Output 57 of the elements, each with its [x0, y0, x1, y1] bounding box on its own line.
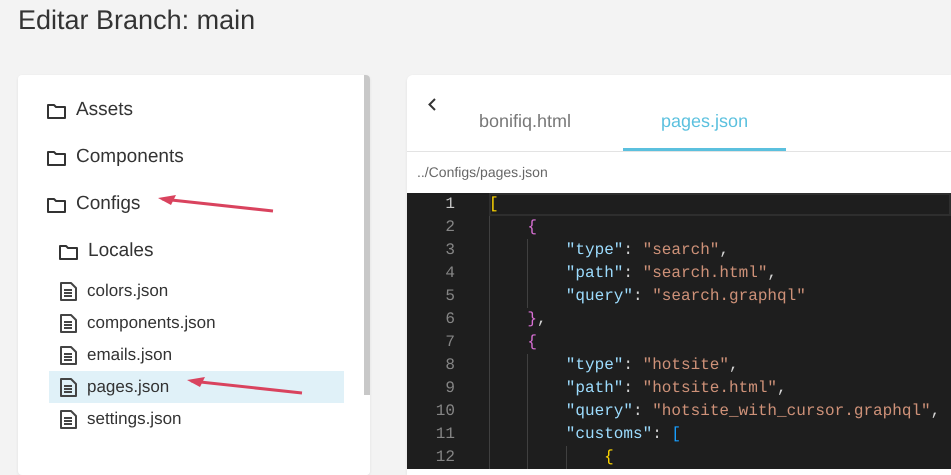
line-number: 2 — [444, 217, 455, 238]
item-label: emails.json — [87, 344, 172, 366]
file-tab[interactable]: bonifiq.html — [457, 75, 594, 151]
code-editor[interactable]: 1 [ 2 { 3 "type": "search", 4 "path": "search.html", 5 "query": "search.graphql" 6 }, 7 { 8 "type": "hotsite", 9 "path": "hotsite.html", 10 "query": "hotsite_with_cursor.graphql", 11 "customs": [ 12 { — [407, 193, 951, 469]
code-line: "type": "search", — [489, 239, 951, 262]
item-label: Assets — [76, 98, 134, 122]
code-line: "query": "search.graphql" — [489, 285, 951, 308]
item-label: colors.json — [87, 280, 168, 302]
file-item[interactable]: settings.json — [59, 403, 344, 435]
line-number: 10 — [434, 401, 455, 422]
line-number: 5 — [444, 286, 455, 307]
file-item[interactable]: colors.json — [59, 275, 344, 307]
item-label: components.json — [87, 312, 216, 334]
file-item[interactable]: emails.json — [59, 339, 344, 371]
code-line: { — [489, 216, 951, 239]
line-number: 12 — [434, 447, 455, 468]
folder-icon — [47, 196, 66, 212]
line-number: 3 — [444, 240, 455, 261]
file-path: ../Configs/pages.json — [416, 163, 549, 182]
chevron-left-icon — [428, 98, 436, 110]
folder-icon — [59, 244, 78, 260]
folder-item[interactable]: Locales — [59, 228, 344, 275]
code-line: }, — [489, 308, 951, 331]
scrollbar-thumb[interactable] — [364, 75, 370, 395]
code-line: "type": "hotsite", — [489, 354, 951, 377]
item-label: pages.json — [87, 376, 170, 398]
file-item[interactable]: components.json — [59, 307, 344, 339]
folder-item[interactable]: Assets — [47, 87, 344, 134]
folder-item[interactable]: Components — [47, 134, 344, 181]
code-line: "customs": [ — [489, 423, 951, 446]
folder-icon — [47, 150, 66, 166]
line-number: 9 — [444, 378, 455, 399]
line-number: 4 — [444, 263, 455, 284]
page-title: Editar Branch: main — [17, 4, 256, 37]
document-icon — [59, 314, 77, 332]
item-label: Components — [76, 145, 184, 170]
code-line: { — [489, 446, 951, 469]
code-line: [ — [489, 193, 951, 216]
code-line: { — [489, 331, 951, 354]
line-number: 7 — [444, 332, 455, 353]
line-number: 6 — [444, 309, 455, 330]
folder-item[interactable]: Configs — [47, 181, 344, 228]
item-label: Configs — [76, 192, 140, 216]
document-icon — [59, 346, 77, 364]
document-icon — [59, 378, 77, 396]
document-icon — [59, 410, 77, 428]
code-line: "path": "search.html", — [489, 262, 951, 285]
code-line: "path": "hotsite.html", — [489, 377, 951, 400]
line-number: 11 — [434, 424, 455, 445]
line-number: 1 — [444, 194, 455, 215]
folder-icon — [47, 102, 66, 118]
file-item[interactable]: pages.json — [49, 371, 344, 403]
document-icon — [59, 282, 77, 300]
code-line: "query": "hotsite_with_cursor.graphql", — [489, 400, 951, 423]
item-label: settings.json — [87, 408, 182, 430]
item-label: Locales — [88, 239, 154, 264]
line-number: 8 — [444, 355, 455, 376]
